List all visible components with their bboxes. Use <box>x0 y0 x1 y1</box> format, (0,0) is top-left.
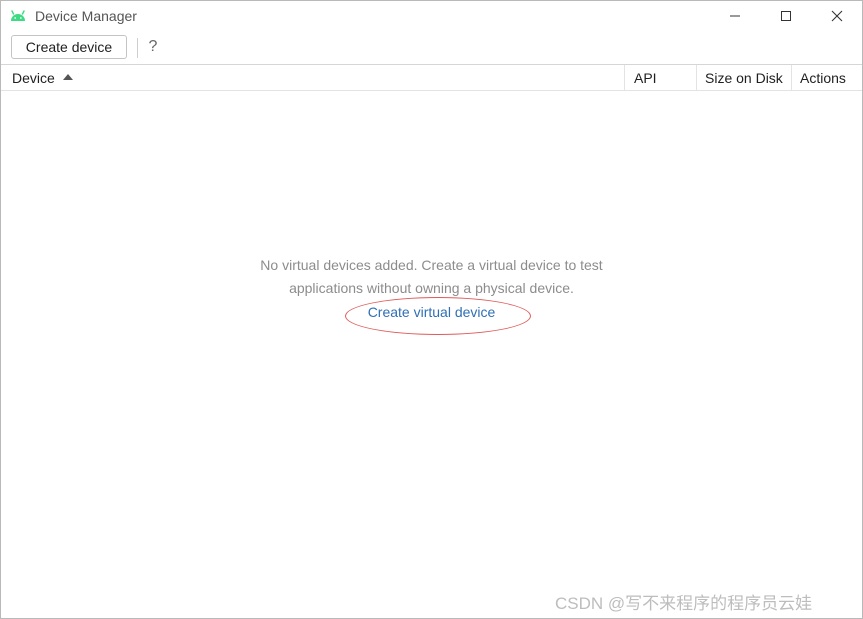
sort-ascending-icon <box>62 74 73 81</box>
maximize-button[interactable] <box>763 1 809 31</box>
device-table-header: Device API Size on Disk Actions <box>1 64 862 91</box>
column-header-device[interactable]: Device <box>1 65 624 91</box>
column-header-actions[interactable]: Actions <box>791 65 862 91</box>
create-virtual-device-link[interactable]: Create virtual device <box>331 304 532 320</box>
close-icon <box>831 10 843 22</box>
minimize-icon <box>730 15 740 17</box>
minimize-button[interactable] <box>712 1 758 31</box>
column-header-size-on-disk[interactable]: Size on Disk <box>696 65 791 91</box>
close-button[interactable] <box>814 1 860 31</box>
android-icon <box>10 9 26 23</box>
window-title: Device Manager <box>35 8 137 24</box>
device-list-empty-state: No virtual devices added. Create a virtu… <box>1 91 862 618</box>
create-device-button[interactable]: Create device <box>11 35 127 59</box>
empty-state-message-line-1: No virtual devices added. Create a virtu… <box>260 257 603 273</box>
watermark-text: CSDN @写不来程序的程序员云娃 <box>555 594 813 613</box>
column-header-label: Device <box>12 70 55 86</box>
toolbar: Create device ? <box>1 31 862 64</box>
help-button[interactable]: ? <box>145 36 161 58</box>
empty-state-message-line-2: applications without owning a physical d… <box>289 280 574 296</box>
toolbar-separator <box>137 38 138 58</box>
title-bar[interactable]: Device Manager <box>1 1 862 31</box>
device-manager-window: Device Manager Create device ? Device AP… <box>0 0 863 619</box>
maximize-icon <box>781 11 791 21</box>
column-header-api[interactable]: API <box>624 65 696 91</box>
